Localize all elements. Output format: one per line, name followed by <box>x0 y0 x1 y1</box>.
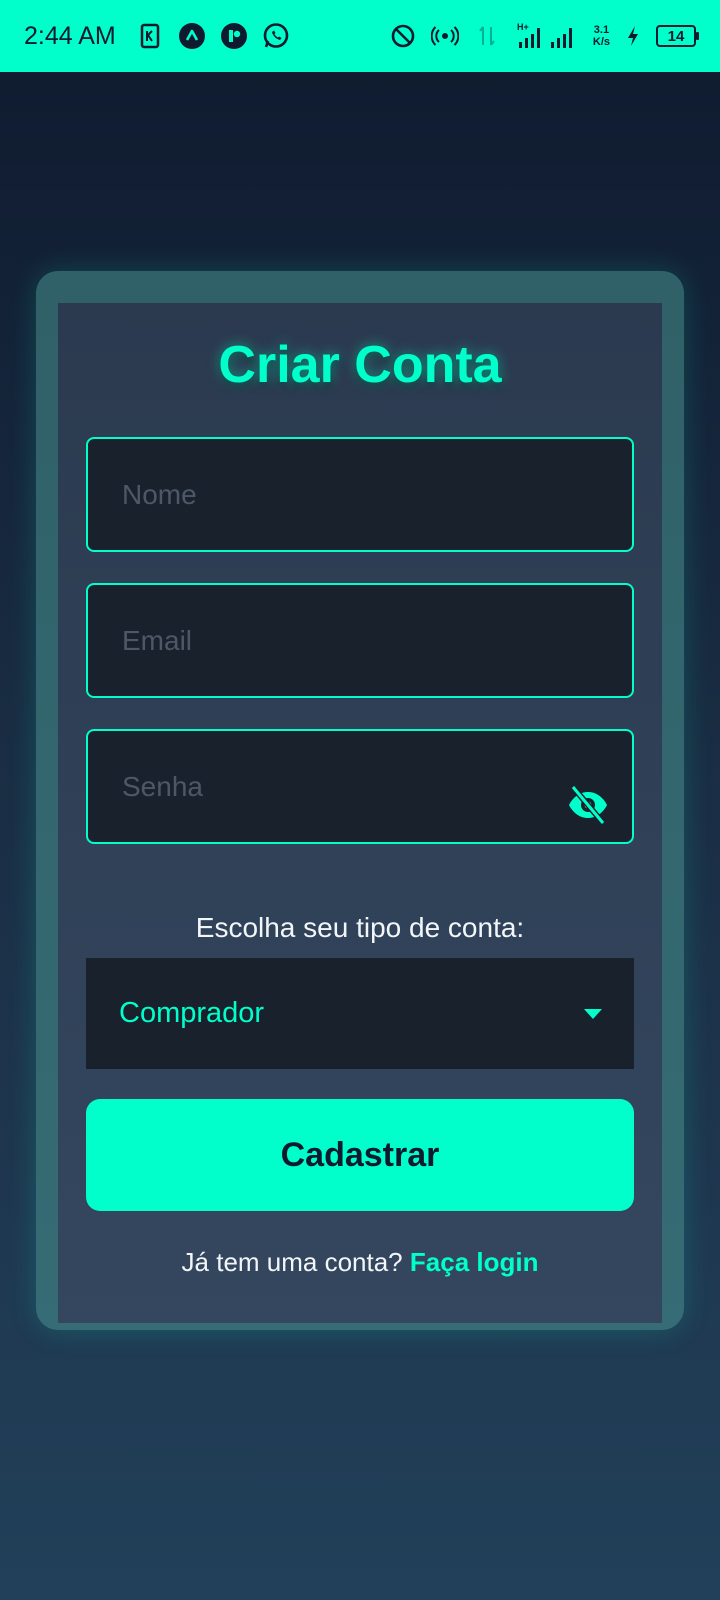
signal-icon: H+ <box>515 22 579 50</box>
r-app-icon <box>220 22 248 50</box>
page-title: Criar Conta <box>218 336 502 394</box>
k-app-icon <box>136 22 164 50</box>
eye-off-icon[interactable] <box>566 783 610 827</box>
status-bar: 2:44 AM H+ 3.1 K/s 14 <box>0 0 720 72</box>
hotspot-icon <box>430 22 459 50</box>
network-speed: 3.1 K/s <box>593 24 610 48</box>
network-type-label: H+ <box>517 22 529 32</box>
email-field[interactable] <box>86 583 634 698</box>
whatsapp-icon <box>262 22 290 50</box>
login-prompt: Já tem uma conta? Faça login <box>0 1247 720 1278</box>
status-time: 2:44 AM <box>24 21 116 50</box>
password-input[interactable] <box>122 770 598 803</box>
status-bar-left: 2:44 AM <box>24 22 290 51</box>
speed-value: 3.1 <box>593 24 610 36</box>
email-input[interactable] <box>122 624 598 657</box>
name-field[interactable] <box>86 437 634 552</box>
speed-unit: K/s <box>592 36 610 48</box>
name-input[interactable] <box>122 478 598 511</box>
login-link[interactable]: Faça login <box>410 1247 539 1277</box>
caret-down-icon <box>584 1008 602 1019</box>
charging-icon <box>624 22 642 50</box>
register-button[interactable]: Cadastrar <box>86 1099 634 1211</box>
password-field[interactable] <box>86 729 634 844</box>
battery-indicator: 14 <box>656 25 699 47</box>
account-type-select[interactable]: Comprador <box>86 958 634 1069</box>
triangle-app-icon <box>178 22 206 50</box>
account-type-label: Escolha seu tipo de conta: <box>195 912 525 943</box>
status-bar-right: H+ 3.1 K/s 14 <box>389 22 699 50</box>
account-type-value: Comprador <box>119 997 265 1029</box>
login-prompt-text: Já tem uma conta? <box>181 1247 403 1277</box>
data-arrows-icon <box>473 22 501 50</box>
blocked-icon <box>389 22 417 50</box>
